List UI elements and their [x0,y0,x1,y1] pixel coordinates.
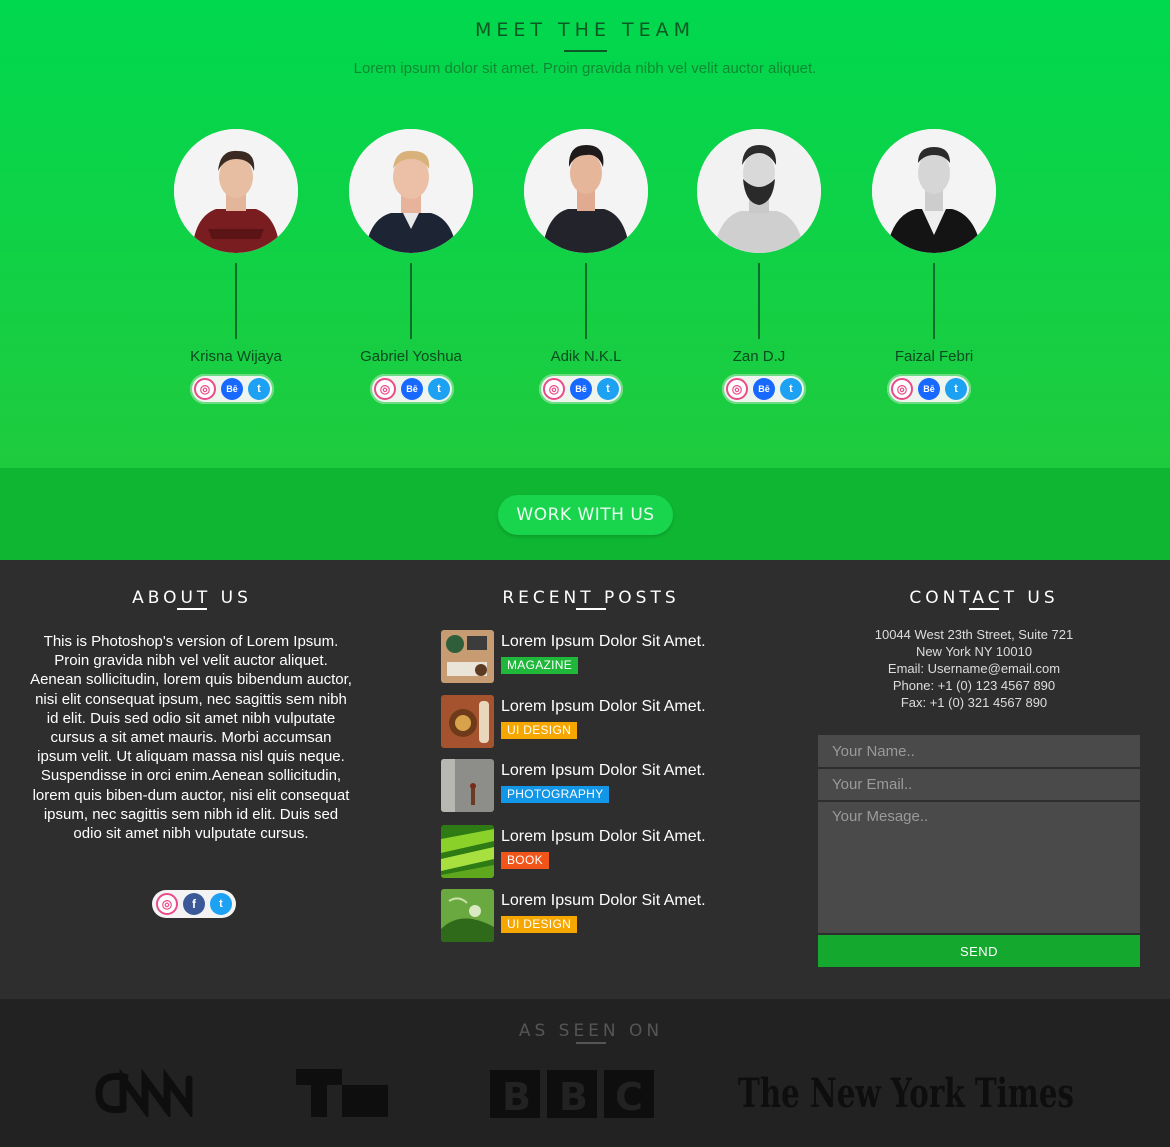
contact-fax: Fax: +1 (0) 321 4567 890 [900,695,1048,710]
member-avatar[interactable] [697,129,821,253]
post-title[interactable]: Lorem Ipsum Dolor Sit Amet. [501,828,706,846]
behance-icon[interactable]: Bē [221,378,243,400]
post-thumbnail[interactable] [441,630,494,683]
post-thumbnail[interactable] [441,759,494,812]
about-title-underline [177,608,207,610]
as-seen-on-section: AS SEEN ON BBC The New York Times [0,999,1170,1147]
dribbble-icon[interactable]: ◎ [374,378,396,400]
post-item[interactable]: Lorem Ipsum Dolor Sit Amet. UI DESIGN [441,695,781,749]
member-avatar[interactable] [349,129,473,253]
svg-text:B: B [559,1075,588,1118]
connector-line [585,263,587,339]
svg-text:B: B [502,1075,531,1118]
behance-icon[interactable]: Bē [918,378,940,400]
connector-line [235,263,237,339]
recent-posts-title: RECENT POSTS [502,588,680,608]
post-tag[interactable]: PHOTOGRAPHY [501,786,610,803]
post-title[interactable]: Lorem Ipsum Dolor Sit Amet. [501,762,706,780]
behance-icon[interactable]: Bē [570,378,592,400]
team-title-underline [564,50,607,52]
contact-title: CONTACT US [909,588,1059,608]
post-tag[interactable]: BOOK [501,852,549,869]
message-field[interactable]: Your Mesage.. [818,802,1140,933]
dribbble-icon[interactable]: ◎ [543,378,565,400]
contact-address-line2: New York NY 10010 [915,644,1033,659]
bbc-logo: BBC [490,1070,654,1118]
post-thumbnail[interactable] [441,889,494,942]
post-thumbnail[interactable] [441,825,494,878]
facebook-icon[interactable]: f [183,893,205,915]
svg-text:The New York Times: The New York Times [738,1070,1074,1117]
nyt-logo: The New York Times [738,1070,1074,1117]
twitter-icon[interactable]: t [428,378,450,400]
behance-icon[interactable]: Bē [753,378,775,400]
post-tag[interactable]: MAGAZINE [501,657,579,674]
member-avatar[interactable] [524,129,648,253]
svg-text:C: C [615,1075,643,1118]
post-title[interactable]: Lorem Ipsum Dolor Sit Amet. [501,698,706,716]
member-name: Faizal Febri [894,348,974,365]
team-title: MEET THE TEAM [475,19,695,41]
twitter-icon[interactable]: t [780,378,802,400]
post-title[interactable]: Lorem Ipsum Dolor Sit Amet. [501,892,706,910]
about-text: This is Photoshop's version of Lorem Ips… [30,633,352,843]
member-name: Gabriel Yoshua [360,348,462,365]
behance-icon[interactable]: Bē [401,378,423,400]
cnn-logo [95,1069,193,1117]
member-avatar[interactable] [872,129,996,253]
dribbble-icon[interactable]: ◎ [194,378,216,400]
team-member: Adik N.K.L ◎ Bē t [524,129,650,409]
twitter-icon[interactable]: t [945,378,967,400]
post-item[interactable]: Lorem Ipsum Dolor Sit Amet. BOOK [441,825,781,879]
post-item[interactable]: Lorem Ipsum Dolor Sit Amet. UI DESIGN [441,889,781,943]
team-section: MEET THE TEAM Lorem ipsum dolor sit amet… [0,0,1170,468]
footer-section: ABOUT US This is Photoshop's version of … [0,560,1170,999]
post-item[interactable]: Lorem Ipsum Dolor Sit Amet. MAGAZINE [441,630,781,684]
team-member: Zan D.J ◎ Bē t [697,129,823,409]
cta-section: WORK WITH US [0,468,1170,560]
about-social-pill: ◎ f t [152,890,236,918]
contact-info: 10044 West 23th Street, Suite 721 New Yo… [818,626,1130,711]
email-field[interactable]: Your Email.. [818,769,1140,800]
member-social-pill: ◎ Bē t [722,374,806,404]
member-social-pill: ◎ Bē t [539,374,623,404]
contact-email: Email: Username@email.com [887,661,1061,676]
member-name: Krisna Wijaya [190,348,282,365]
team-member: Gabriel Yoshua ◎ Bē t [349,129,475,409]
contact-title-underline [969,608,999,610]
member-social-pill: ◎ Bē t [370,374,454,404]
team-subtitle: Lorem ipsum dolor sit amet. Proin gravid… [353,60,817,77]
send-button[interactable]: SEND [818,935,1140,967]
twitter-icon[interactable]: t [597,378,619,400]
name-field[interactable]: Your Name.. [818,735,1140,767]
techcrunch-logo [296,1069,388,1117]
connector-line [758,263,760,339]
post-title[interactable]: Lorem Ipsum Dolor Sit Amet. [501,633,706,651]
post-tag[interactable]: UI DESIGN [501,916,578,933]
connector-line [410,263,412,339]
about-title: ABOUT US [132,588,252,608]
contact-address-line1: 10044 West 23th Street, Suite 721 [874,627,1074,642]
as-seen-on-title: AS SEEN ON [518,1021,664,1041]
member-name: Zan D.J [732,348,786,365]
contact-phone: Phone: +1 (0) 123 4567 890 [892,678,1056,693]
dribbble-icon[interactable]: ◎ [891,378,913,400]
dribbble-icon[interactable]: ◎ [726,378,748,400]
member-social-pill: ◎ Bē t [190,374,274,404]
connector-line [933,263,935,339]
work-with-us-button[interactable]: WORK WITH US [498,495,673,535]
post-item[interactable]: Lorem Ipsum Dolor Sit Amet. PHOTOGRAPHY [441,759,781,813]
twitter-icon[interactable]: t [248,378,270,400]
team-member: Faizal Febri ◎ Bē t [872,129,998,409]
post-thumbnail[interactable] [441,695,494,748]
member-social-pill: ◎ Bē t [887,374,971,404]
recent-posts-title-underline [576,608,606,610]
twitter-icon[interactable]: t [210,893,232,915]
post-tag[interactable]: UI DESIGN [501,722,578,739]
dribbble-icon[interactable]: ◎ [156,893,178,915]
as-seen-on-underline [576,1042,606,1044]
team-member: Krisna Wijaya ◎ Bē t [174,129,300,409]
member-avatar[interactable] [174,129,298,253]
